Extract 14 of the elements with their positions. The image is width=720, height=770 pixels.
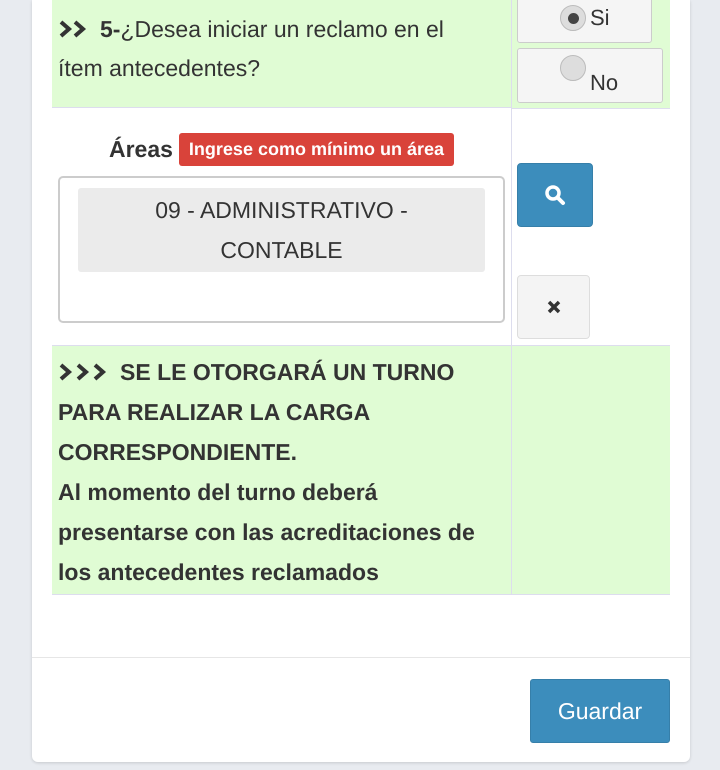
search-icon: [544, 184, 566, 206]
question-text: 5-¿Desea iniciar un reclamo en el ítem antecedentes?: [58, 15, 445, 83]
area-item[interactable]: 09 - ADMINISTRATIVO - CONTABLE: [78, 188, 485, 272]
notice-text: Al momento del turno deberá presentarse con las acreditaciones de los antecedentes reclamados: [58, 478, 476, 587]
areas-label: Áreas: [108, 136, 173, 163]
areas-list[interactable]: 09 - ADMINISTRATIVO - CONTABLE: [58, 176, 505, 323]
error-badge: Ingrese como mínimo un área: [178, 133, 454, 166]
search-button[interactable]: [517, 163, 593, 227]
radio-option[interactable]: Si: [517, 0, 652, 43]
radio-option[interactable]: No: [517, 48, 663, 103]
save-button[interactable]: Guardar: [530, 679, 670, 743]
clear-button[interactable]: [517, 275, 590, 339]
close-icon: [546, 299, 562, 315]
notice-heading: SE LE OTORGARÁ UN TURNO PARA REALIZAR LA CARGA CORRESPONDIENTE.: [58, 358, 456, 467]
